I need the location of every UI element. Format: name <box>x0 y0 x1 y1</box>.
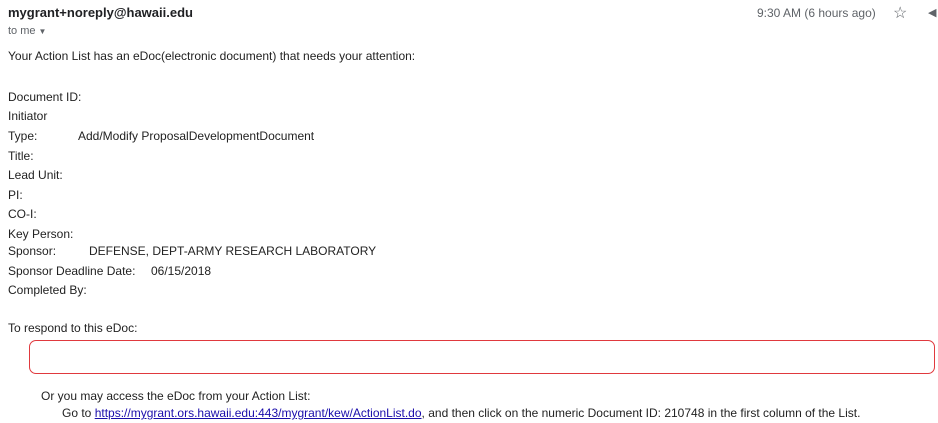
deadline-value: 06/15/2018 <box>151 264 212 278</box>
reply-icon[interactable]: ◀ <box>928 6 936 19</box>
co-i-label: CO-I: <box>8 207 37 221</box>
sponsor-label: Sponsor: <box>8 244 57 258</box>
respond-text: To respond to this eDoc: <box>8 321 138 335</box>
star-icon[interactable]: ☆ <box>893 3 907 23</box>
deadline-field: Sponsor Deadline Date: 06/15/2018 <box>8 264 211 278</box>
key-person-label: Key Person: <box>8 227 74 241</box>
document-id-label: Document ID: <box>8 90 82 104</box>
title-label: Title: <box>8 149 34 163</box>
type-value: Add/Modify ProposalDevelopmentDocument <box>78 129 315 143</box>
deadline-label: Sponsor Deadline Date: <box>8 264 136 278</box>
initiator-label: Initiator <box>8 109 48 123</box>
sponsor-field: Sponsor: DEFENSE, DEPT-ARMY RESEARCH LAB… <box>8 244 376 258</box>
completed-by-label: Completed By: <box>8 283 87 297</box>
sender-address[interactable]: mygrant+noreply@hawaii.edu <box>8 5 193 20</box>
highlight-box <box>29 340 935 374</box>
sponsor-value: DEFENSE, DEPT-ARMY RESEARCH LABORATORY <box>89 244 377 258</box>
goto-line: Go to https://mygrant.ors.hawaii.edu:443… <box>62 406 860 420</box>
action-list-link[interactable]: https://mygrant.ors.hawaii.edu:443/mygra… <box>95 406 422 420</box>
type-field: Type: Add/Modify ProposalDevelopmentDocu… <box>8 129 314 143</box>
pi-label: PI: <box>8 188 23 202</box>
goto-prefix: Go to <box>62 406 92 420</box>
access-text: Or you may access the eDoc from your Act… <box>41 389 311 403</box>
timestamp: 9:30 AM (6 hours ago) <box>757 6 876 20</box>
caret-down-icon[interactable]: ▼ <box>39 27 47 36</box>
recipient-line[interactable]: to me ▼ <box>8 25 46 37</box>
type-label: Type: <box>8 129 38 143</box>
goto-suffix: , and then click on the numeric Document… <box>421 406 861 420</box>
recipient-label: to me <box>8 25 36 37</box>
intro-text: Your Action List has an eDoc(electronic … <box>8 49 416 63</box>
lead-unit-label: Lead Unit: <box>8 168 63 182</box>
